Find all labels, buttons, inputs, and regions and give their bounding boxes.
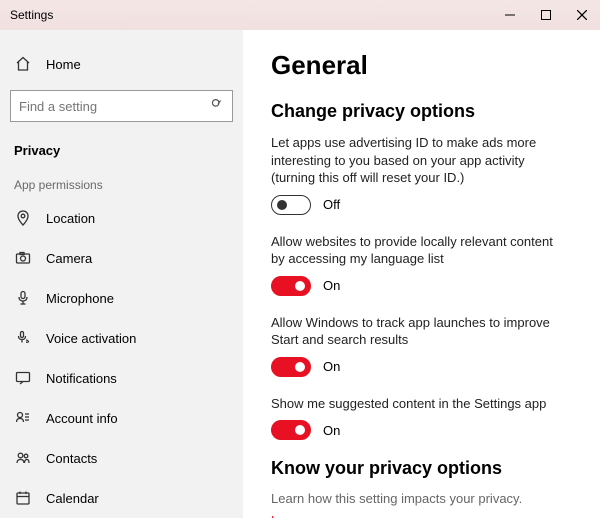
setting-desc: Allow Windows to track app launches to i… [271,314,570,349]
toggle-state-label: Off [323,197,340,212]
minimize-button[interactable] [492,0,528,30]
toggle-app-launches[interactable] [271,357,311,377]
setting-desc: Show me suggested content in the Setting… [271,395,570,413]
sidebar-item-notifications[interactable]: Notifications [0,358,243,398]
setting-desc: Let apps use advertising ID to make ads … [271,134,570,187]
sidebar-item-label: Calendar [46,491,99,506]
search-input[interactable] [10,90,233,122]
sidebar-item-label: Account info [46,411,118,426]
sidebar-group-header: App permissions [0,168,243,198]
toggle-advertising-id[interactable] [271,195,311,215]
sidebar-item-label: Camera [46,251,92,266]
account-info-icon [14,410,32,426]
link-learn-more[interactable]: Learn more [271,512,570,518]
sidebar-category-label: Privacy [14,143,60,158]
microphone-icon [14,290,32,306]
calendar-icon [14,490,32,506]
main-content: General Change privacy options Let apps … [243,30,600,518]
sidebar-item-label: Notifications [46,371,117,386]
toggle-language-list[interactable] [271,276,311,296]
sidebar-item-label: Voice activation [46,331,136,346]
toggle-suggested-content[interactable] [271,420,311,440]
setting-language-list: Allow websites to provide locally releva… [271,233,570,296]
title-bar: Settings [0,0,600,30]
home-icon [14,56,32,72]
sidebar-item-account-info[interactable]: Account info [0,398,243,438]
sidebar-item-camera[interactable]: Camera [0,238,243,278]
sidebar-category: Privacy [0,132,243,168]
sidebar-item-label: Microphone [46,291,114,306]
toggle-state-label: On [323,359,340,374]
toggle-state-label: On [323,278,340,293]
sidebar-home[interactable]: Home [0,44,243,84]
page-title: General [271,50,570,81]
sidebar-home-label: Home [46,57,81,72]
sidebar-item-contacts[interactable]: Contacts [0,438,243,478]
sidebar-item-location[interactable]: Location [0,198,243,238]
window-title: Settings [10,8,53,22]
toggle-state-label: On [323,423,340,438]
section-subtitle: Learn how this setting impacts your priv… [271,491,570,506]
sidebar-item-voice-activation[interactable]: Voice activation [0,318,243,358]
close-button[interactable] [564,0,600,30]
sidebar: Home Privacy App permissions Location [0,30,243,518]
setting-app-launches: Allow Windows to track app launches to i… [271,314,570,377]
sidebar-item-label: Contacts [46,451,97,466]
notifications-icon [14,370,32,386]
location-icon [14,210,32,226]
voice-activation-icon [14,330,32,346]
maximize-button[interactable] [528,0,564,30]
sidebar-item-label: Location [46,211,95,226]
camera-icon [14,250,32,266]
setting-suggested-content: Show me suggested content in the Setting… [271,395,570,441]
window-controls [492,0,600,30]
sidebar-item-microphone[interactable]: Microphone [0,278,243,318]
section-title: Change privacy options [271,101,570,122]
sidebar-item-calendar[interactable]: Calendar [0,478,243,518]
setting-desc: Allow websites to provide locally releva… [271,233,570,268]
section-title: Know your privacy options [271,458,570,479]
contacts-icon [14,450,32,466]
setting-advertising-id: Let apps use advertising ID to make ads … [271,134,570,215]
